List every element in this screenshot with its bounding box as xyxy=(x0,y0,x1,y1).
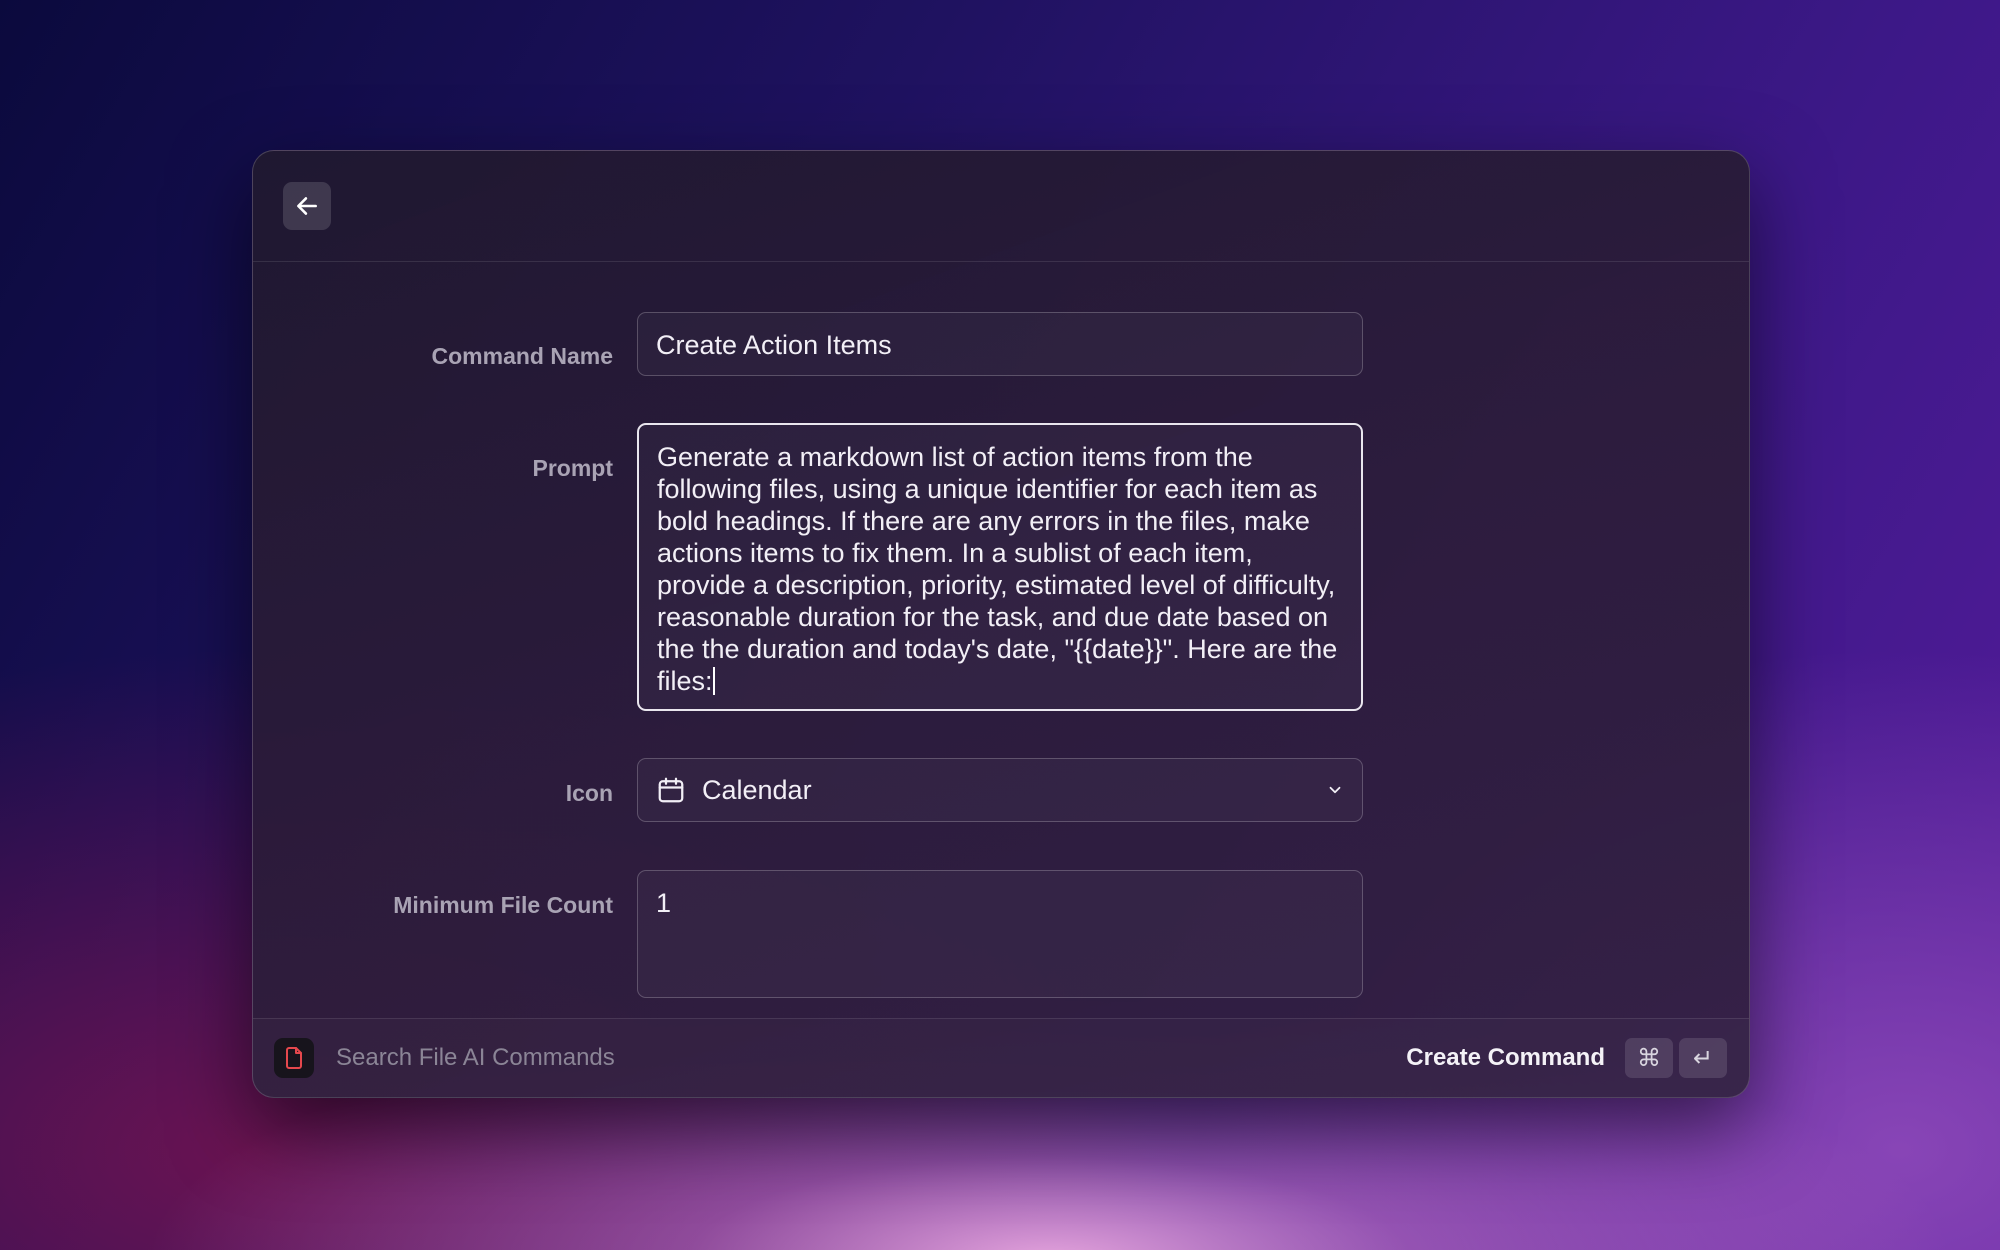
return-key-badge: ↵ xyxy=(1679,1038,1727,1078)
min-file-count-value: 1 xyxy=(656,888,672,918)
min-file-count-label: Minimum File Count xyxy=(393,892,613,918)
back-button[interactable] xyxy=(283,182,331,230)
icon-label: Icon xyxy=(565,780,613,806)
prompt-value: Generate a markdown list of action items… xyxy=(657,442,1345,696)
command-name-field[interactable]: Create Action Items xyxy=(637,312,1363,376)
command-name-label: Command Name xyxy=(431,343,613,369)
create-command-window: Command Name Create Action Items Prompt … xyxy=(252,150,1750,1098)
prompt-textarea[interactable]: Generate a markdown list of action items… xyxy=(637,423,1363,711)
calendar-icon xyxy=(658,777,684,803)
text-caret xyxy=(712,667,715,695)
min-file-count-field[interactable]: 1 xyxy=(637,870,1363,998)
arrow-left-icon xyxy=(297,197,317,215)
create-command-button[interactable]: Create Command xyxy=(1406,1044,1605,1072)
prompt-label: Prompt xyxy=(532,455,614,481)
icon-select-value: Calendar xyxy=(702,774,812,805)
command-name-value: Create Action Items xyxy=(656,330,892,360)
command-key-badge: ⌘ xyxy=(1625,1038,1673,1078)
icon-select[interactable]: Calendar xyxy=(637,758,1363,822)
chevron-down-icon xyxy=(1326,781,1344,799)
action-bar: Create Command ⌘ ↵ xyxy=(253,1018,1749,1097)
window-header xyxy=(253,151,1749,262)
search-input[interactable] xyxy=(334,1043,938,1073)
file-icon xyxy=(274,1038,314,1078)
